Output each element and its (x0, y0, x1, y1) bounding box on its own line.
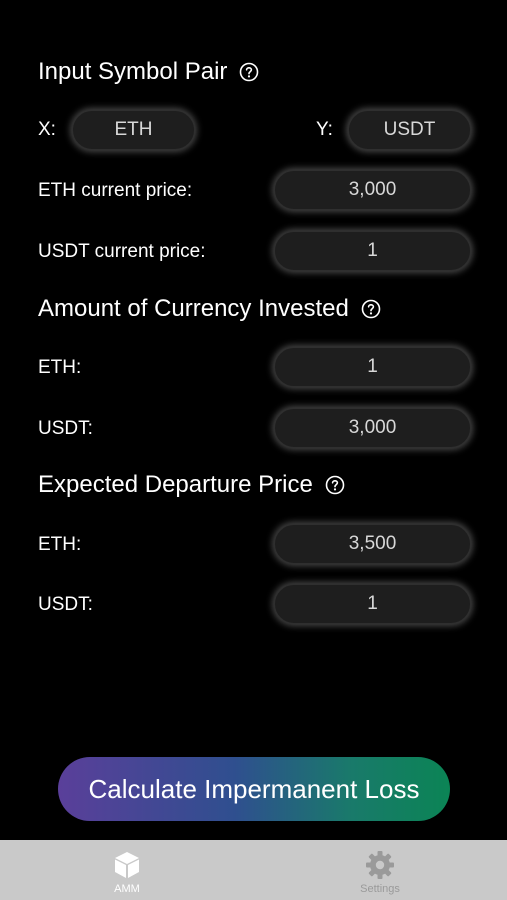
usdt-current-price-field[interactable]: 1 (274, 231, 471, 271)
invested-eth-field[interactable]: 1 (274, 347, 471, 387)
eth-current-price-field[interactable]: 3,000 (274, 170, 471, 210)
invested-title-text: Amount of Currency Invested (38, 295, 349, 322)
invested-usdt-field[interactable]: 3,000 (274, 408, 471, 448)
tab-bar: AMM Settings (0, 840, 507, 900)
calculate-impermanent-loss-button[interactable]: Calculate Impermanent Loss (58, 757, 450, 821)
usdt-current-price-label: USDT current price: (38, 241, 206, 262)
departure-eth-field[interactable]: 3,500 (274, 524, 471, 564)
symbol-pair-title-text: Input Symbol Pair (38, 58, 228, 85)
departure-usdt-field[interactable]: 1 (274, 584, 471, 624)
departure-usdt-label: USDT: (38, 594, 93, 615)
tab-amm[interactable]: AMM (67, 840, 187, 900)
help-icon[interactable] (325, 475, 345, 495)
departure-title: Expected Departure Price (38, 471, 345, 499)
symbol-pair-title: Input Symbol Pair (38, 58, 259, 86)
help-icon[interactable] (361, 299, 381, 319)
x-label: X: (38, 119, 56, 140)
tab-amm-label: AMM (114, 883, 140, 895)
y-symbol-field[interactable]: USDT (348, 110, 471, 150)
invested-eth-label: ETH: (38, 357, 82, 378)
departure-title-text: Expected Departure Price (38, 471, 313, 498)
eth-current-price-label: ETH current price: (38, 180, 193, 201)
tab-settings-label: Settings (360, 883, 400, 895)
invested-title: Amount of Currency Invested (38, 295, 381, 323)
gear-icon (366, 851, 394, 879)
y-label: Y: (316, 119, 333, 140)
help-icon[interactable] (239, 62, 259, 82)
x-symbol-field[interactable]: ETH (72, 110, 195, 150)
departure-eth-label: ETH: (38, 534, 82, 555)
amm-screen: Input Symbol Pair X: ETH Y: USDT ETH cur… (0, 0, 507, 900)
cube-icon (115, 852, 139, 878)
invested-usdt-label: USDT: (38, 418, 93, 439)
tab-settings[interactable]: Settings (320, 840, 440, 900)
